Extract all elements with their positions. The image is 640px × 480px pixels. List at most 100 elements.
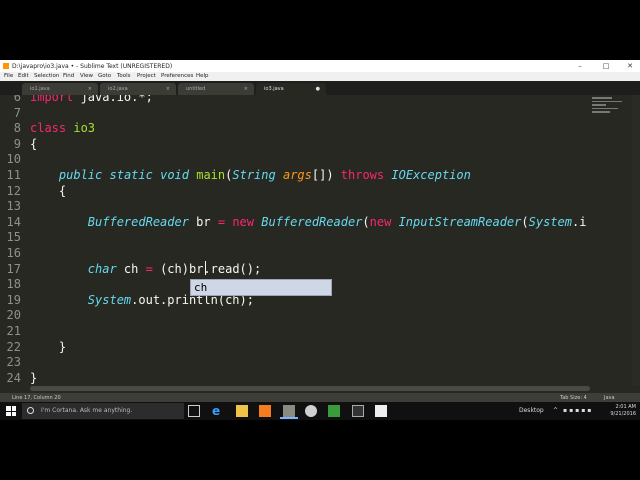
code-line[interactable]: 16 <box>0 246 590 262</box>
menu-edit[interactable]: Edit <box>18 73 29 79</box>
maximize-button[interactable]: □ <box>596 61 616 71</box>
menu-find[interactable]: Find <box>63 73 74 79</box>
menu-tools[interactable]: Tools <box>117 73 131 79</box>
code-token: BufferedReader <box>261 214 363 229</box>
tab-io1-java[interactable]: io1.java × <box>22 83 98 95</box>
code-line[interactable]: 24} <box>0 371 590 385</box>
code-line[interactable]: 9{ <box>0 137 590 153</box>
code-token: import <box>30 95 74 104</box>
code-line[interactable]: 10 <box>0 152 590 168</box>
menu-file[interactable]: File <box>4 73 13 79</box>
menu-selection[interactable]: Selection <box>34 73 59 79</box>
code-token: static <box>109 168 153 182</box>
line-number: 22 <box>6 339 21 354</box>
line-number: 18 <box>6 277 21 292</box>
minimap[interactable] <box>592 95 628 125</box>
code-editor[interactable]: 6 import java.io.*; 7 8 class io3 9{10 11 publ… <box>0 95 590 385</box>
code-line[interactable]: 13 <box>0 199 590 215</box>
menu-project[interactable]: Project <box>137 73 156 79</box>
task-view-icon[interactable] <box>188 405 200 417</box>
tab-bar: io1.java × io2.java × untitled × io3.jav… <box>0 81 640 95</box>
window-title: D:\javapro\io3.java • - Sublime Text (UN… <box>12 63 173 70</box>
code-token: java.io.*; <box>73 95 153 104</box>
code-line[interactable]: 23 <box>0 355 590 371</box>
recorder-icon[interactable] <box>375 405 387 417</box>
file-explorer-icon[interactable] <box>236 405 248 417</box>
sublime-taskbar-icon[interactable] <box>283 405 295 417</box>
code-line[interactable]: 11 public static void main(String args[]… <box>0 168 590 184</box>
autocomplete-popup[interactable]: ch <box>190 279 332 296</box>
code-text: { <box>30 184 66 200</box>
tab-label: io2.java <box>108 86 128 92</box>
windows-start-icon[interactable] <box>6 406 16 416</box>
code-token: br <box>188 214 218 229</box>
horizontal-scrollbar[interactable] <box>30 386 590 391</box>
code-token: args <box>282 168 312 182</box>
camtasia-icon[interactable] <box>328 405 340 417</box>
tray-chevron-icon[interactable]: ^ <box>553 407 558 414</box>
taskbar-clock[interactable]: 2:01 AM 9/21/2016 <box>604 404 636 418</box>
code-token: char <box>87 261 117 276</box>
code-line[interactable]: 6 import java.io.*; <box>0 95 590 106</box>
code-token: throws <box>340 168 385 182</box>
text-cursor <box>205 261 206 275</box>
tab-io3-java[interactable]: io3.java ● <box>256 83 326 95</box>
syntax-selector[interactable]: Java <box>604 395 615 401</box>
code-token: System <box>528 214 572 229</box>
desktop-toolbar-label[interactable]: Desktop <box>519 407 544 414</box>
command-prompt-icon[interactable] <box>352 405 364 417</box>
tab-label: untitled <box>186 86 206 92</box>
code-text: } <box>30 371 37 385</box>
code-token: } <box>30 339 67 354</box>
line-number: 17 <box>6 261 21 276</box>
close-tab-icon[interactable]: × <box>88 83 92 95</box>
unsaved-dot-icon[interactable]: ● <box>316 83 320 95</box>
tab-size-selector[interactable]: Tab Size: 4 <box>560 395 587 401</box>
system-tray-icons[interactable]: ▪▪▪▪▪ <box>563 407 593 414</box>
line-number: 20 <box>6 308 21 323</box>
line-number: 8 <box>13 121 21 136</box>
minimize-button[interactable]: – <box>570 61 590 71</box>
menu-help[interactable]: Help <box>196 73 209 79</box>
menu-goto[interactable]: Goto <box>98 73 111 79</box>
code-line[interactable]: 22 } <box>0 340 590 356</box>
chrome-icon[interactable] <box>305 405 317 417</box>
code-token: void <box>160 168 189 182</box>
code-token: main <box>196 168 226 182</box>
menu-bar: File Edit Selection Find View Goto Tools… <box>0 72 640 81</box>
menu-view[interactable]: View <box>80 73 93 79</box>
firefox-icon[interactable] <box>259 405 271 417</box>
tab-io2-java[interactable]: io2.java × <box>100 83 176 95</box>
vertical-scrollbar[interactable] <box>632 95 640 385</box>
code-line[interactable]: 20 <box>0 308 590 324</box>
code-token: public <box>58 168 103 182</box>
cortana-search-box[interactable]: I'm Cortana. Ask me anything. <box>22 403 184 419</box>
clock-date: 9/21/2016 <box>610 411 636 417</box>
code-line[interactable]: 17 char ch = (ch)br.read(); <box>0 262 590 278</box>
windows-taskbar: I'm Cortana. Ask me anything. e Desktop … <box>0 402 640 420</box>
code-line[interactable]: 8 class io3 <box>0 121 590 137</box>
line-number: 11 <box>6 168 21 182</box>
line-number: 9 <box>13 136 21 151</box>
tab-untitled[interactable]: untitled × <box>178 83 254 95</box>
code-line[interactable]: 14 BufferedReader br = new BufferedReade… <box>0 215 590 231</box>
line-number: 14 <box>6 214 21 229</box>
line-number: 6 <box>13 95 21 104</box>
code-line[interactable]: 7 <box>0 106 590 122</box>
close-tab-icon[interactable]: × <box>244 83 248 95</box>
line-number: 24 <box>6 370 21 385</box>
autocomplete-item[interactable]: ch <box>194 280 207 295</box>
code-token: { <box>30 183 67 198</box>
edge-browser-icon[interactable]: e <box>212 405 224 417</box>
sublime-app-icon <box>3 63 9 69</box>
code-line[interactable]: 15 <box>0 230 590 246</box>
code-line[interactable]: 12 { <box>0 184 590 200</box>
close-tab-icon[interactable]: × <box>166 83 170 95</box>
code-line[interactable]: 21 <box>0 324 590 340</box>
close-button[interactable]: ✕ <box>620 61 640 71</box>
menu-preferences[interactable]: Preferences <box>161 73 193 79</box>
line-number: 7 <box>13 105 21 120</box>
line-number: 13 <box>6 199 21 214</box>
